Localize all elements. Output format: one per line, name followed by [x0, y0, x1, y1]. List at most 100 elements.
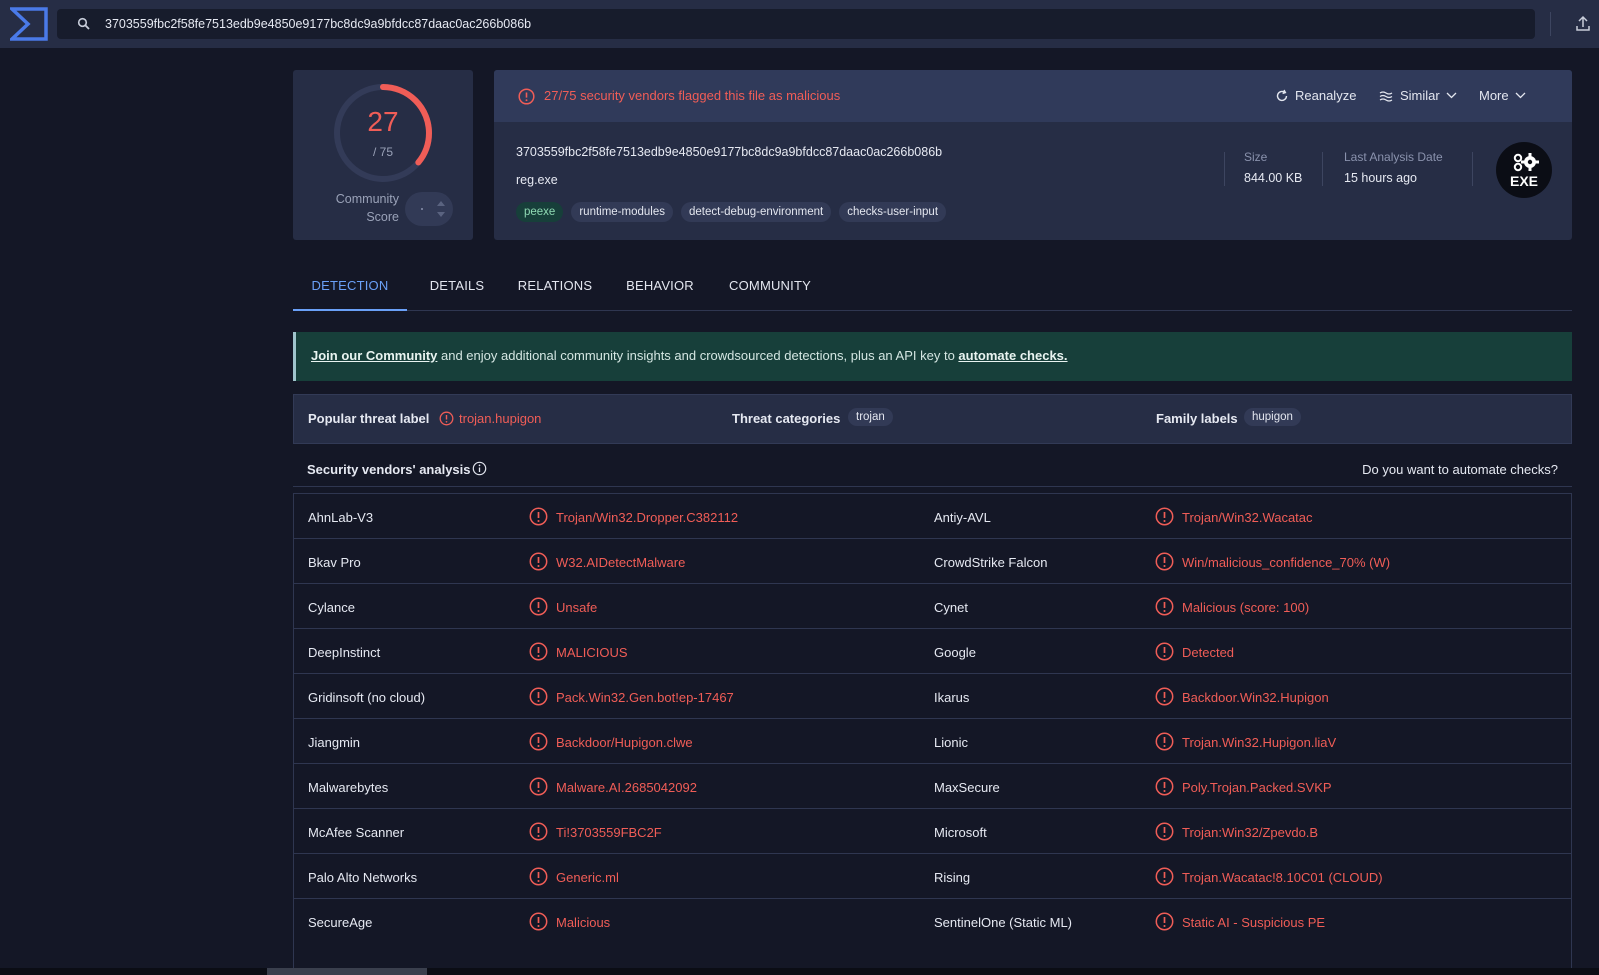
vendor-detection-result: Detected	[1182, 645, 1235, 660]
tab-details[interactable]: DETAILS	[417, 270, 497, 311]
vendor-name: Google	[934, 645, 976, 660]
vendor-name: Antiy-AVL	[934, 510, 991, 525]
join-community-link[interactable]: Join our Community	[311, 348, 437, 363]
search-input[interactable]	[105, 9, 1505, 39]
popular-threat-value[interactable]: trojan.hupigon	[459, 411, 541, 426]
last-analysis-value: 15 hours ago	[1344, 171, 1417, 185]
tag-runtime-modules[interactable]: runtime-modules	[571, 202, 673, 222]
vendors-analysis-title: Security vendors' analysis	[307, 462, 471, 477]
tag-checks-user-input[interactable]: checks-user-input	[839, 202, 947, 222]
vendor-name: SentinelOne (Static ML)	[934, 915, 1073, 930]
vendor-name: Palo Alto Networks	[308, 870, 418, 885]
alert-circle-icon	[1155, 642, 1174, 661]
similar-icon	[1379, 90, 1393, 102]
vendor-name: Jiangmin	[308, 735, 361, 750]
alert-circle-icon	[529, 867, 548, 886]
vendor-name: Malwarebytes	[308, 780, 389, 795]
tab-detection[interactable]: DETECTION	[293, 270, 407, 311]
vendor-detection-result: Ti!3703559FBC2F	[556, 825, 662, 840]
vendor-detection-result: Poly.Trojan.Packed.SVKP	[1182, 780, 1332, 795]
vendor-detection-result: Trojan.Win32.Hupigon.liaV	[1182, 735, 1337, 750]
vendor-detection-result: MALICIOUS	[556, 645, 628, 660]
tab-relations[interactable]: RELATIONS	[509, 270, 601, 311]
tab-bar: DETECTION DETAILS RELATIONS BEHAVIOR COM…	[293, 270, 1572, 311]
community-label-line2: Score	[366, 210, 399, 224]
tag-peexe[interactable]: peexe	[516, 202, 564, 222]
threat-categories-label: Threat categories	[732, 411, 841, 426]
alert-circle-icon	[529, 732, 548, 751]
info-icon[interactable]	[472, 461, 487, 476]
vendors-table: AhnLab-V3 Trojan/Win32.Dropper.C382112 Ant…	[293, 493, 1572, 975]
vendor-name: Cylance	[308, 600, 355, 615]
vendor-detection-result: Trojan.Wacatac!8.10C01 (CLOUD)	[1182, 870, 1383, 885]
vendor-detection-result: Pack.Win32.Gen.bot!ep-17467	[556, 690, 734, 705]
automate-checks-link[interactable]: automate checks.	[958, 348, 1067, 363]
vote-up-icon[interactable]	[437, 201, 445, 206]
size-label: Size	[1244, 150, 1268, 164]
alert-circle-icon	[529, 642, 548, 661]
gears-icon	[1513, 153, 1539, 172]
tab-behavior[interactable]: BEHAVIOR	[615, 270, 705, 311]
malicious-alert-bar: 27/75 security vendors flagged this file…	[494, 70, 1572, 122]
family-label-pill[interactable]: hupigon	[1244, 408, 1301, 426]
logo-icon[interactable]	[10, 7, 48, 41]
vendor-detection-result: Unsafe	[556, 600, 598, 615]
scrollbar-thumb[interactable]	[267, 968, 427, 975]
more-label: More	[1479, 88, 1509, 103]
alert-circle-icon	[1155, 822, 1174, 841]
automate-checks-prompt[interactable]: Do you want to automate checks?	[1362, 462, 1558, 477]
vendor-detection-result: Trojan/Win32.Wacatac	[1182, 510, 1313, 525]
file-hash[interactable]: 3703559fbc2f58fe7513edb9e4850e9177bc8dc9…	[516, 145, 942, 159]
threat-category-pill[interactable]: trojan	[848, 408, 893, 426]
table-row: Malwarebytes Malware.AI.2685042092 MaxSecu…	[294, 763, 1571, 809]
vendor-name: DeepInstinct	[308, 645, 381, 660]
vendor-detection-result: Malicious (score: 100)	[1182, 600, 1310, 615]
vote-down-icon[interactable]	[437, 212, 445, 217]
vendor-name: CrowdStrike Falcon	[934, 555, 1048, 570]
file-summary-card: 27/75 security vendors flagged this file…	[494, 70, 1572, 240]
table-row: Palo Alto Networks Generic.ml Rising Trojan…	[294, 853, 1571, 899]
vendor-name: Rising	[934, 870, 971, 885]
vendor-detection-result: Win/malicious_confidence_70% (W)	[1182, 555, 1391, 570]
table-row: Bkav Pro W32.AIDetectMalware CrowdStrike F…	[294, 538, 1571, 584]
search-icon	[77, 17, 90, 30]
vendor-name: Microsoft	[934, 825, 987, 840]
vendor-name: AhnLab-V3	[308, 510, 374, 525]
vendors-analysis-header: Security vendors' analysis Do you want t…	[293, 455, 1572, 487]
horizontal-scrollbar[interactable]	[0, 968, 1599, 975]
size-value: 844.00 KB	[1244, 171, 1303, 185]
vendor-detection-result: Trojan:Win32/Zpevdo.B	[1182, 825, 1319, 840]
table-row: AhnLab-V3 Trojan/Win32.Dropper.C382112 Ant…	[294, 493, 1571, 539]
banner-body-text: and enjoy additional community insights …	[437, 348, 959, 363]
vendor-detection-result: Malware.AI.2685042092	[556, 780, 697, 795]
alert-circle-icon	[529, 912, 548, 931]
threat-summary-row: Popular threat label trojan.hupigon Thre…	[293, 394, 1572, 444]
reanalyze-button[interactable]: Reanalyze	[1275, 88, 1356, 103]
vendor-detection-result: Generic.ml	[556, 870, 619, 885]
vote-value-dot	[421, 208, 423, 210]
table-row: Cylance Unsafe Cynet Malicious (score: 100)	[294, 583, 1571, 629]
more-dropdown[interactable]: More	[1479, 88, 1526, 103]
exe-file-icon: EXE	[1496, 142, 1552, 198]
similar-dropdown[interactable]: Similar	[1379, 88, 1457, 103]
upload-icon[interactable]	[1573, 14, 1593, 34]
vendor-detection-result: Static AI - Suspicious PE	[1182, 915, 1326, 930]
vendor-name: Bkav Pro	[308, 555, 361, 570]
banner-text: Join our Community and enjoy additional …	[311, 348, 1068, 363]
top-bar	[0, 0, 1599, 48]
tag-detect-debug-environment[interactable]: detect-debug-environment	[681, 202, 832, 222]
tab-community[interactable]: COMMUNITY	[717, 270, 823, 311]
table-row: Jiangmin Backdoor/Hupigon.clwe Lionic Troja…	[294, 718, 1571, 764]
community-vote-control[interactable]	[405, 192, 453, 226]
alert-circle-icon	[1155, 552, 1174, 571]
alert-circle-icon	[1155, 507, 1174, 526]
vendor-detection-result: W32.AIDetectMalware	[556, 555, 686, 570]
vendor-detection-result: Backdoor.Win32.Hupigon	[1182, 690, 1329, 705]
table-row: Gridinsoft (no cloud) Pack.Win32.Gen.bot!…	[294, 673, 1571, 719]
reanalyze-label: Reanalyze	[1295, 88, 1357, 103]
popular-threat-label: Popular threat label	[308, 411, 430, 426]
search-bar[interactable]	[57, 9, 1535, 39]
toolbar-divider	[1550, 12, 1551, 36]
vendor-name: SecureAge	[308, 915, 373, 930]
community-label-line1: Community	[335, 192, 399, 206]
